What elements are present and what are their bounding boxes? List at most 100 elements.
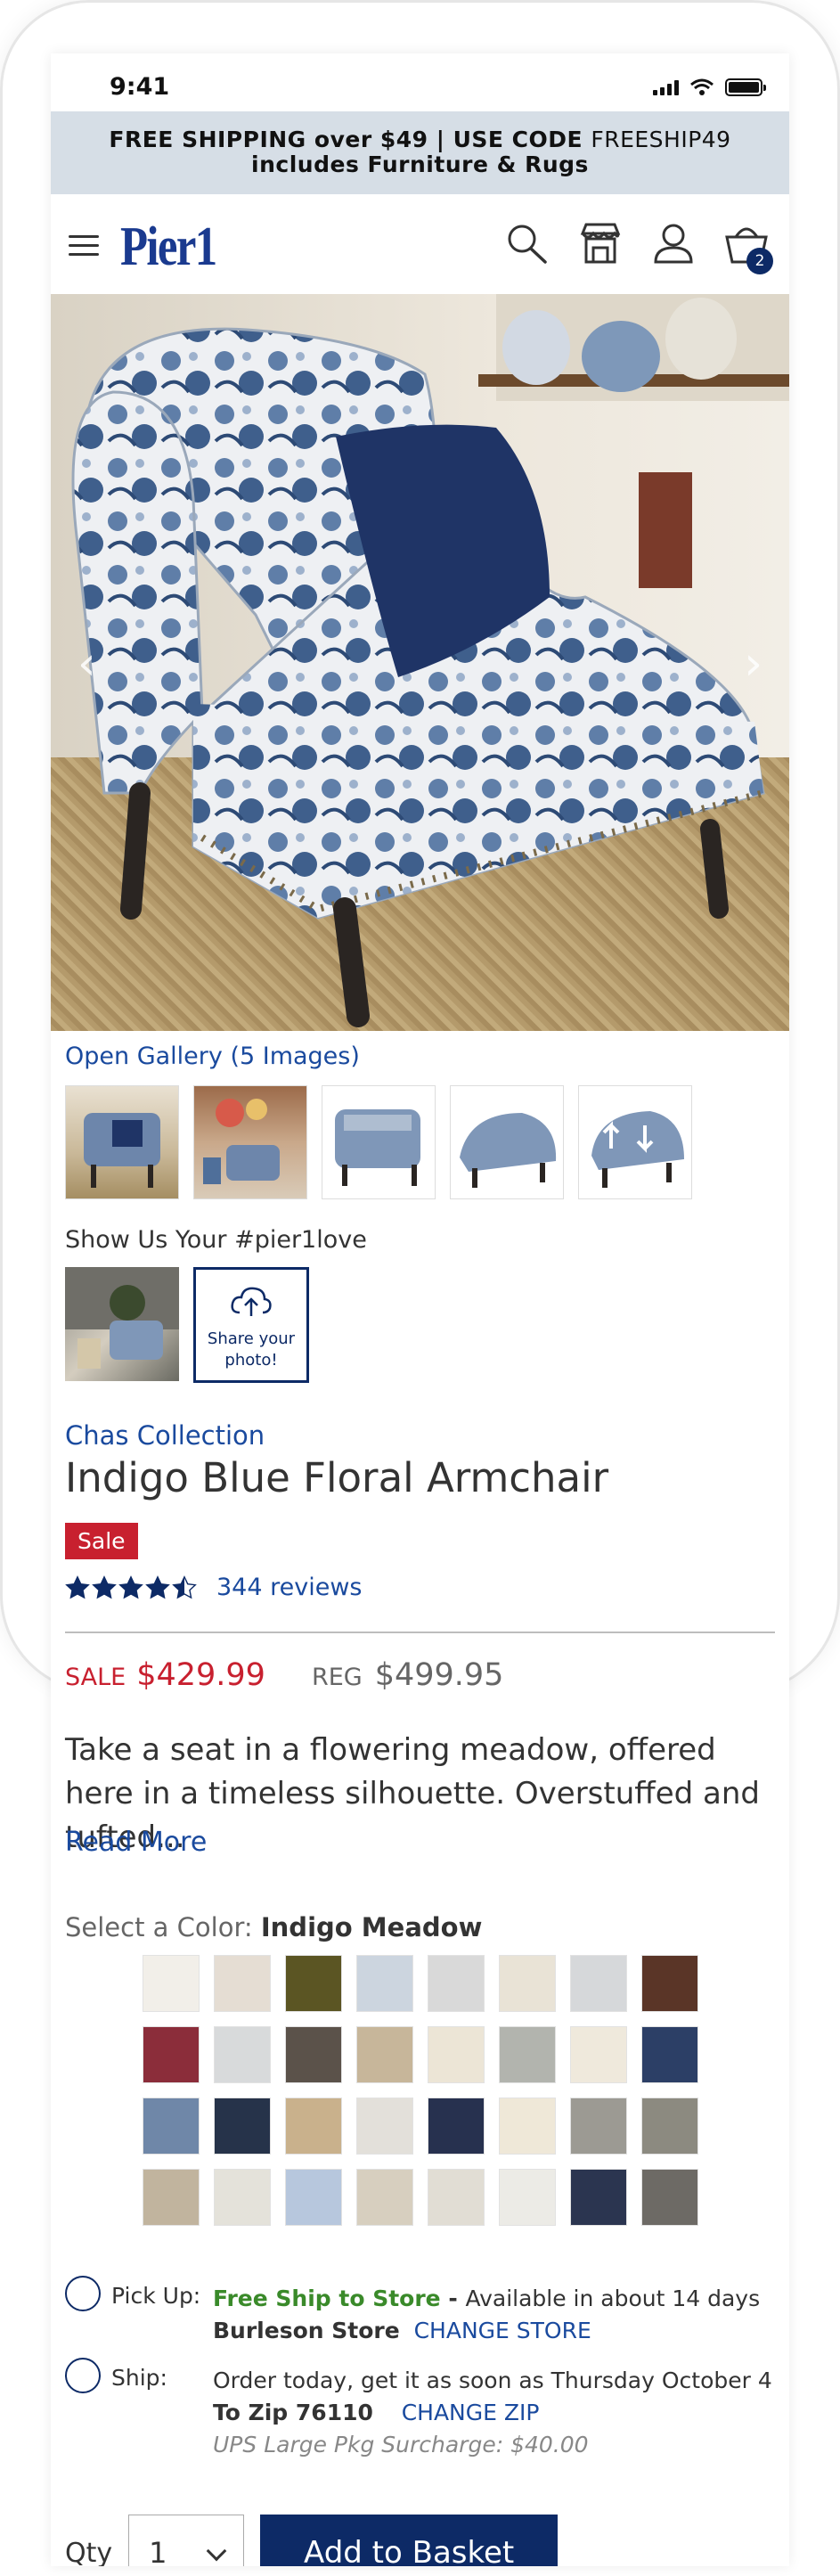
- qty-select[interactable]: 1: [128, 2515, 245, 2566]
- star-rating[interactable]: [65, 1574, 197, 1600]
- color-label: Select a Color: Indigo Meadow: [65, 1912, 482, 1942]
- ship-label: Ship:: [111, 2365, 167, 2391]
- thumbnail-5-360-view[interactable]: [578, 1085, 692, 1199]
- cart-count-badge: 2: [746, 248, 773, 274]
- ship-zip: To Zip 76110: [213, 2400, 373, 2425]
- color-swatch-32[interactable]: [641, 2169, 698, 2226]
- thumbnail-4[interactable]: [450, 1085, 564, 1199]
- hero-next-arrow[interactable]: ›: [744, 637, 763, 691]
- color-swatch-1[interactable]: [143, 1955, 200, 2012]
- color-swatch-4[interactable]: [356, 1955, 413, 2012]
- color-swatch-20[interactable]: [356, 2098, 413, 2155]
- promo-code: FREESHIP49: [591, 127, 731, 152]
- search-icon[interactable]: [504, 221, 550, 267]
- color-swatch-13[interactable]: [428, 2026, 485, 2083]
- color-swatch-2[interactable]: [214, 1955, 271, 2012]
- color-swatch-5[interactable]: [428, 1955, 485, 2012]
- color-swatch-9[interactable]: [143, 2026, 200, 2083]
- site-header: Pier1 2: [51, 194, 789, 294]
- ship-radio[interactable]: [65, 2358, 101, 2393]
- color-swatch-29[interactable]: [428, 2169, 485, 2226]
- star-icon: [92, 1574, 117, 1599]
- thumbnail-1[interactable]: [65, 1085, 179, 1199]
- color-swatch-16[interactable]: [641, 2026, 698, 2083]
- color-swatch-8[interactable]: [641, 1955, 698, 2012]
- chevron-down-icon: [206, 2540, 227, 2562]
- star-icon: [145, 1574, 170, 1599]
- share-photo-button[interactable]: Share your photo!: [193, 1267, 309, 1383]
- ugc-label: Show Us Your #pier1love: [65, 1226, 367, 1254]
- purchase-row: Qty 1 Add to Basket: [65, 2515, 559, 2566]
- star-icon: [65, 1574, 90, 1599]
- color-swatch-14[interactable]: [499, 2026, 556, 2083]
- promo-text: FREE SHIPPING over $49 | USE CODE: [109, 127, 591, 152]
- ship-delivery-estimate: Order today, get it as soon as Thursday …: [213, 2367, 772, 2393]
- color-swatch-15[interactable]: [570, 2026, 627, 2083]
- product-hero-image[interactable]: ‹ ›: [51, 294, 789, 1031]
- thumbnail-2[interactable]: [193, 1085, 307, 1199]
- read-more-link[interactable]: Read More: [65, 1827, 207, 1858]
- color-swatch-28[interactable]: [356, 2169, 413, 2226]
- promo-banner[interactable]: FREE SHIPPING over $49 | USE CODE FREESH…: [51, 111, 789, 194]
- add-to-basket-button[interactable]: Add to Basket: [260, 2515, 559, 2566]
- color-swatch-6[interactable]: [499, 1955, 556, 2012]
- ship-details: Order today, get it as soon as Thursday …: [213, 2365, 783, 2461]
- sale-price: $429.99: [136, 1657, 265, 1693]
- wifi-icon: [690, 78, 714, 95]
- color-swatch-25[interactable]: [143, 2169, 200, 2226]
- color-swatch-17[interactable]: [143, 2098, 200, 2155]
- pickup-separator: -: [440, 2286, 466, 2311]
- color-swatch-10[interactable]: [214, 2026, 271, 2083]
- selected-color-name: Indigo Meadow: [260, 1912, 483, 1942]
- change-store-link[interactable]: CHANGE STORE: [414, 2318, 591, 2343]
- star-icon: [172, 1574, 197, 1599]
- pickup-details: Free Ship to Store - Available in about …: [213, 2283, 783, 2347]
- color-swatch-22[interactable]: [499, 2098, 556, 2155]
- color-label-text: Select a Color:: [65, 1912, 261, 1942]
- color-swatch-24[interactable]: [641, 2098, 698, 2155]
- menu-icon[interactable]: [69, 235, 99, 258]
- color-swatch-19[interactable]: [285, 2098, 342, 2155]
- color-swatch-3[interactable]: [285, 1955, 342, 2012]
- color-swatch-31[interactable]: [570, 2169, 627, 2226]
- color-swatch-23[interactable]: [570, 2098, 627, 2155]
- color-swatch-18[interactable]: [214, 2098, 271, 2155]
- product-title: Indigo Blue Floral Armchair: [65, 1454, 609, 1501]
- color-swatch-7[interactable]: [570, 1955, 627, 2012]
- share-text-line-1: Share your: [207, 1329, 296, 1348]
- divider: [65, 1631, 775, 1633]
- color-swatch-12[interactable]: [356, 2026, 413, 2083]
- free-ship-to-store: Free Ship to Store: [213, 2286, 441, 2311]
- color-swatch-grid: [143, 1955, 698, 2226]
- color-swatch-30[interactable]: [499, 2169, 556, 2226]
- regular-price-label: REG: [311, 1664, 363, 1691]
- regular-price: $499.95: [374, 1657, 504, 1693]
- reviews-link[interactable]: 344 reviews: [216, 1574, 362, 1601]
- hero-prev-arrow[interactable]: ‹: [77, 637, 96, 691]
- battery-icon: [725, 78, 766, 96]
- color-swatch-26[interactable]: [214, 2169, 271, 2226]
- upload-cloud-icon: [231, 1287, 272, 1316]
- open-gallery-link[interactable]: Open Gallery (5 Images): [65, 1043, 360, 1070]
- basket-icon[interactable]: 2: [723, 221, 773, 274]
- thumbnail-3[interactable]: [322, 1085, 436, 1199]
- promo-line-1: FREE SHIPPING over $49 | USE CODE FREESH…: [51, 127, 789, 152]
- change-zip-link[interactable]: CHANGE ZIP: [402, 2400, 540, 2425]
- thumbnail-strip: [65, 1085, 692, 1199]
- ugc-photo[interactable]: [65, 1267, 179, 1381]
- color-swatch-11[interactable]: [285, 2026, 342, 2083]
- collection-link[interactable]: Chas Collection: [65, 1420, 265, 1451]
- pickup-store-name: Burleson Store: [213, 2318, 400, 2343]
- rating-row: 344 reviews: [65, 1574, 362, 1601]
- ship-option[interactable]: Ship: Order today, get it as soon as Thu…: [65, 2358, 787, 2465]
- account-icon[interactable]: [650, 221, 697, 267]
- pickup-radio[interactable]: [65, 2276, 101, 2311]
- pickup-option[interactable]: Pick Up: Free Ship to Store - Available …: [65, 2276, 787, 2347]
- site-logo[interactable]: Pier1: [120, 216, 217, 279]
- color-swatch-21[interactable]: [428, 2098, 485, 2155]
- store-icon[interactable]: [577, 221, 624, 267]
- header-icons: 2: [504, 221, 773, 274]
- price-row: SALE $429.99 REG $499.95: [65, 1657, 503, 1693]
- color-swatch-27[interactable]: [285, 2169, 342, 2226]
- armchair-illustration: [71, 294, 789, 1027]
